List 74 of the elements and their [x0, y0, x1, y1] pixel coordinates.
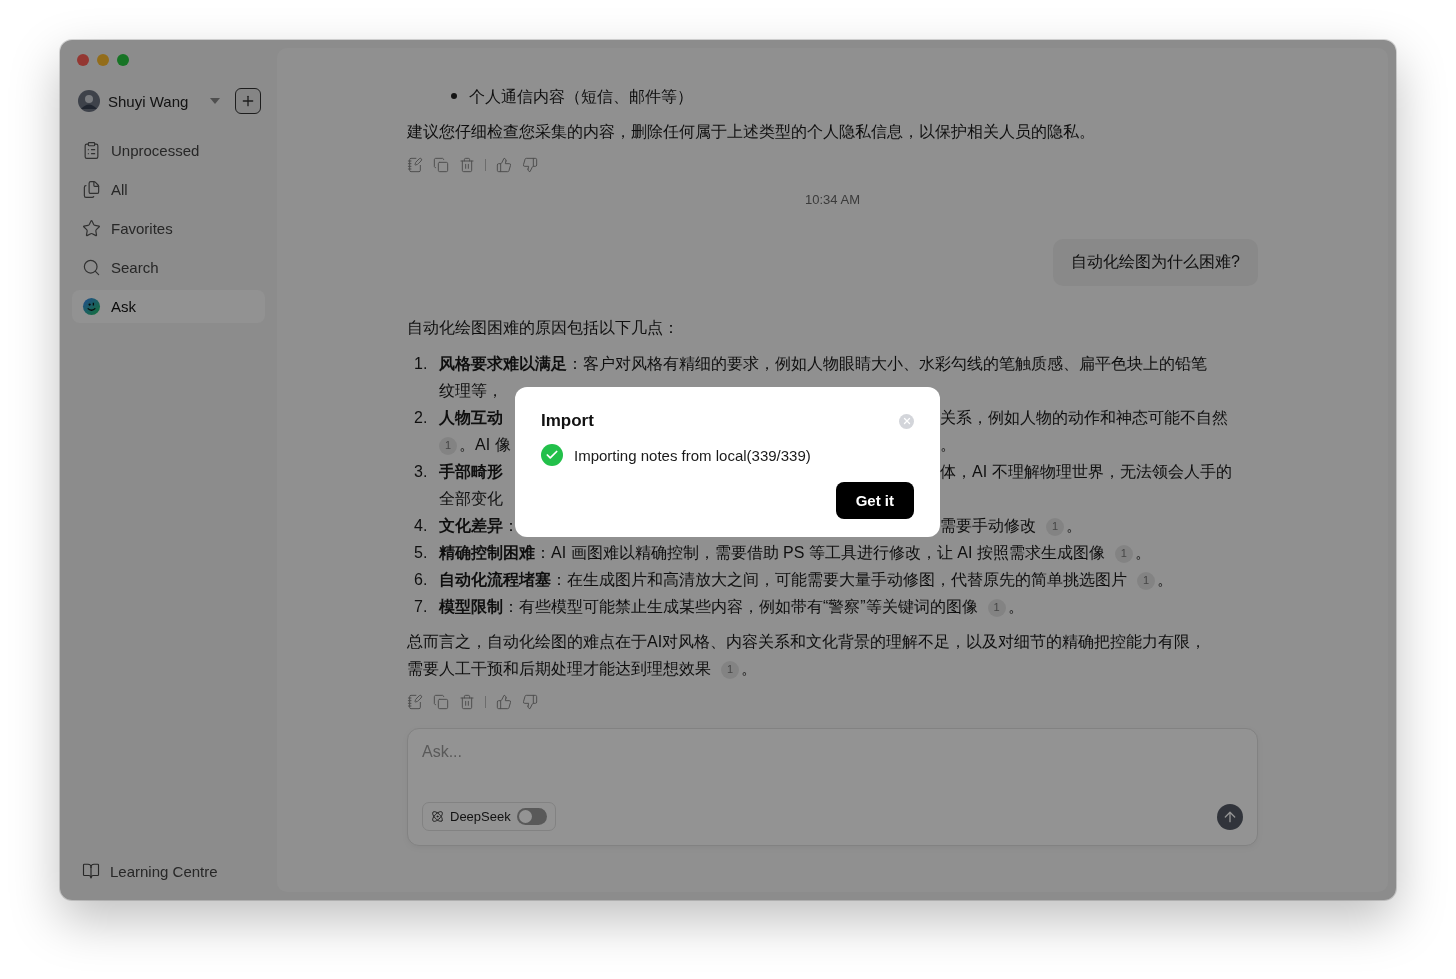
nav-item[interactable]: Ask — [72, 290, 265, 323]
bullet-dot — [451, 93, 457, 99]
nav-item[interactable]: Favorites — [72, 212, 265, 245]
list-number: 1. — [413, 354, 429, 374]
citation-badge[interactable]: 1 — [987, 598, 1006, 617]
close-light[interactable] — [77, 54, 89, 66]
avatar[interactable] — [78, 90, 100, 112]
status-text: Importing notes from local(339/339) — [574, 446, 811, 464]
list-number: 7. — [413, 597, 429, 617]
list-item-text: 1 。AI 像 — [439, 431, 511, 458]
list-item-text: 总而言之，自动化绘图的难点在于AI对风格、内容关系和文化背景的理解不足，以及对细节的精确把控能力有限， — [407, 632, 1207, 652]
nav-item[interactable]: Unprocessed — [72, 134, 265, 167]
list-number: 2. — [413, 408, 429, 428]
list-item-text: 全部变化 — [439, 489, 503, 509]
citation-badge[interactable]: 1 — [1137, 571, 1155, 590]
copy-icon[interactable] — [433, 157, 449, 173]
list-item-text: 自动化流程堵塞：在生成图片和高清放大之间，可能需要大量手动修图，代替原先的简单挑选图片 1 。 — [439, 570, 1173, 592]
list-item-text: 人物互动 — [439, 408, 503, 428]
learning-centre-link[interactable]: Learning Centre — [72, 862, 265, 880]
clipboard-icon — [82, 141, 101, 160]
minimize-light[interactable] — [97, 54, 109, 66]
check-icon — [541, 444, 563, 466]
star-icon — [82, 219, 101, 238]
note-icon[interactable] — [407, 157, 423, 173]
note-icon[interactable] — [407, 694, 423, 710]
trash-icon[interactable] — [459, 157, 475, 173]
list-item-text: 风格要求难以满足：客户对风格有精细的要求，例如人物眼睛大小、水彩勾线的笔触质感、扁平色块上的铅笔 — [439, 354, 1207, 374]
thumbs-down-icon[interactable] — [522, 694, 538, 710]
list-number: 5. — [413, 543, 429, 563]
thumbs-up-icon[interactable] — [496, 157, 512, 173]
user-name[interactable]: Shuyi Wang — [108, 92, 189, 110]
list-number: 6. — [413, 570, 429, 590]
ask-input[interactable]: Ask... — [422, 743, 1243, 761]
citation-badge[interactable]: 1 — [1046, 517, 1064, 536]
question-bubble: 自动化绘图为什么困难? — [1053, 239, 1258, 286]
book-icon — [82, 862, 100, 880]
get-it-button[interactable]: Get it — [835, 482, 914, 519]
model-toggle[interactable] — [516, 808, 547, 825]
model-chip[interactable]: DeepSeek — [422, 802, 556, 831]
list-item-text: 需要手动修改 1 。 — [940, 516, 1082, 538]
list-item-text: 纹理等， — [439, 381, 503, 401]
nav-item[interactable]: All — [72, 173, 265, 206]
caret-icon[interactable] — [210, 98, 221, 104]
plus-icon — [240, 93, 256, 109]
close-button[interactable] — [899, 413, 914, 429]
add-button[interactable] — [235, 88, 261, 114]
search-icon — [82, 258, 101, 277]
trash-icon[interactable] — [459, 694, 475, 710]
smiley-icon — [82, 297, 101, 316]
files-icon — [82, 180, 101, 199]
timestamp: 10:34 AM — [805, 192, 860, 207]
paragraph: 建议您仔细检查您采集的内容，删除任何属于上述类型的个人隐私信息，以保护相关人员的隐私。 — [407, 122, 1095, 142]
bullet-text: 个人通信内容（短信、邮件等） — [469, 86, 693, 107]
citation-badge[interactable]: 1 — [721, 660, 739, 679]
list-item-text: 需要人工干预和后期处理才能达到理想效果 1 。 — [407, 659, 757, 681]
answer-intro: 自动化绘图困难的原因包括以下几点： — [407, 318, 679, 338]
list-item-text: 体，AI 不理解物理世界，无法领会人手的 — [940, 462, 1232, 482]
atom-icon — [431, 810, 444, 823]
list-number: 4. — [413, 516, 429, 536]
close-icon — [901, 416, 912, 426]
list-item-text: 模型限制：有些模型可能禁止生成某些内容，例如带有“警察”等关键词的图像 1 。 — [439, 597, 1024, 619]
citation-badge[interactable]: 1 — [439, 436, 457, 455]
send-button[interactable] — [1217, 803, 1243, 830]
list-item-text: 文化差异： — [439, 516, 519, 536]
list-item-text: 。 — [940, 435, 956, 455]
nav-item[interactable]: Search — [72, 251, 265, 284]
list-item-text: 关系，例如人物的动作和神态可能不自然 — [940, 408, 1228, 428]
list-number: 3. — [413, 462, 429, 482]
list-item-text: 手部畸形 — [439, 462, 503, 482]
copy-icon[interactable] — [433, 694, 449, 710]
zoom-light[interactable] — [117, 54, 129, 66]
thumbs-down-icon[interactable] — [522, 157, 538, 173]
dialog-title: Import — [541, 411, 594, 431]
thumbs-up-icon[interactable] — [496, 694, 512, 710]
